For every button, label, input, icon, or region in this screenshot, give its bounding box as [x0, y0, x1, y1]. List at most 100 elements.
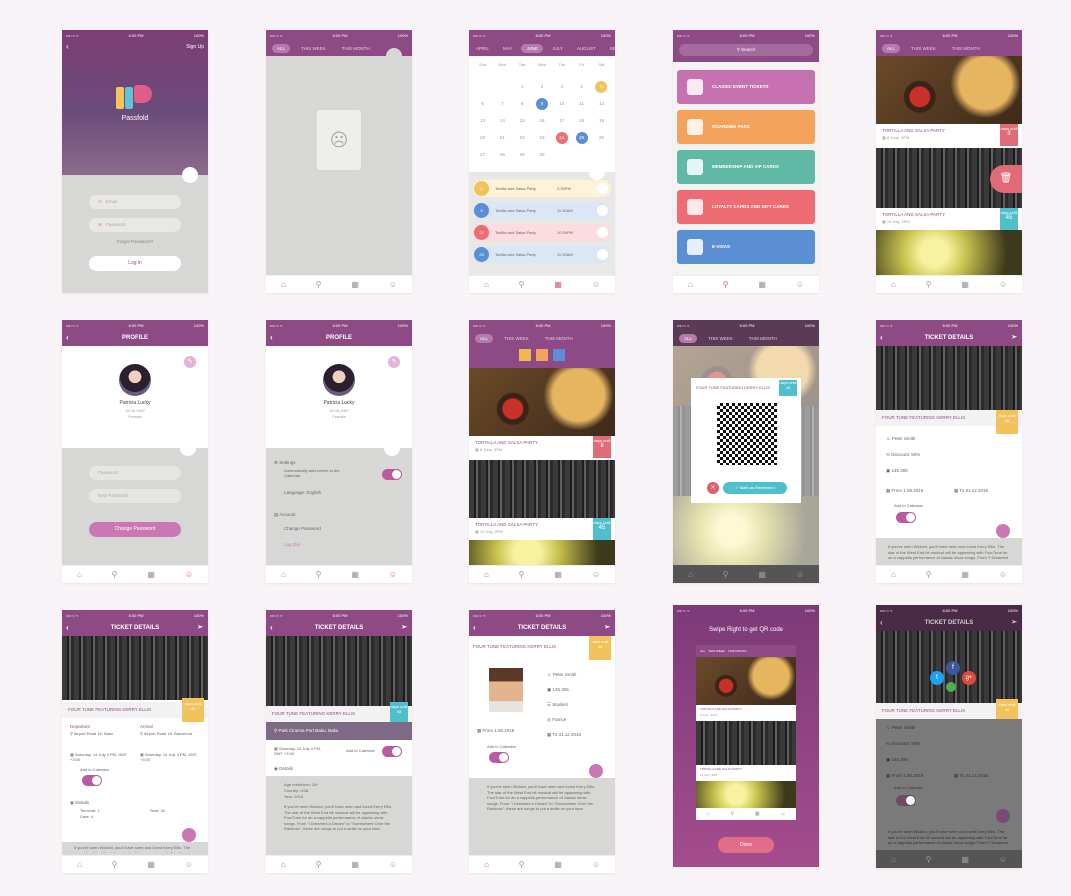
back-icon[interactable]: ‹ [880, 330, 883, 346]
nav-home-icon[interactable]: ⌂ [688, 570, 693, 579]
calendar-day[interactable]: 11 [576, 98, 588, 110]
nav-calendar-icon[interactable]: ▦ [147, 860, 155, 869]
month-tab[interactable]: JUNE [521, 43, 544, 53]
calendar-day[interactable]: 26 [595, 132, 607, 144]
nav-home-icon[interactable]: ⌂ [77, 860, 82, 869]
auto-add-toggle[interactable] [382, 469, 402, 480]
nav-home-icon[interactable]: ⌂ [891, 280, 896, 289]
password-field[interactable]: Password [89, 466, 181, 480]
nav-profile-icon[interactable]: ☺ [796, 280, 804, 289]
calendar-day[interactable]: 9 [535, 97, 548, 110]
tab-month[interactable]: THIS MONTH [947, 44, 985, 53]
share-icon[interactable]: ➢ [401, 620, 407, 636]
event-image-concert[interactable] [469, 540, 615, 565]
nav-calendar-icon[interactable]: ▦ [961, 570, 969, 579]
nav-calendar-icon[interactable]: ▦ [758, 570, 766, 579]
calendar-day[interactable]: 5 [595, 80, 608, 93]
change-password-item[interactable]: Change Password [284, 526, 321, 531]
calendar-event-item[interactable]: 25 Tortilla and Salsa Party 11:30AM [473, 246, 611, 263]
tab-all[interactable]: ALL [272, 43, 291, 53]
calendar-day[interactable]: 24 [555, 131, 568, 144]
tab-month[interactable]: THIS MONTH [337, 44, 375, 53]
nav-profile-icon[interactable]: ☺ [999, 855, 1007, 864]
tab-week[interactable]: THIS WEEK [703, 334, 738, 343]
avatar[interactable] [323, 364, 355, 396]
calendar-day[interactable]: 16 [536, 115, 548, 127]
category-item[interactable]: BOARDING PASS [677, 110, 815, 144]
add-calendar-toggle[interactable] [489, 752, 509, 763]
tab-week[interactable]: THIS WEEK [499, 334, 534, 343]
month-tab[interactable]: JULY [547, 44, 568, 53]
nav-profile-icon[interactable]: ☺ [796, 570, 804, 579]
nav-home-icon[interactable]: ⌂ [281, 570, 286, 579]
qr-button-icon[interactable] [996, 524, 1010, 538]
category-item[interactable]: CLASSIC EVENT TICKETS [677, 70, 815, 104]
ticket-filter-icon[interactable] [519, 349, 531, 361]
nav-profile-icon[interactable]: ☺ [592, 860, 600, 869]
calendar-day[interactable]: 28 [496, 149, 508, 161]
language-item[interactable]: Language: English [284, 490, 321, 495]
signup-link[interactable]: Sign Up [186, 44, 204, 50]
nav-calendar-icon[interactable]: ▦ [554, 860, 562, 869]
nav-home-icon[interactable]: ⌂ [281, 280, 286, 289]
add-calendar-toggle[interactable] [896, 795, 916, 806]
qr-button-icon[interactable] [996, 809, 1010, 823]
nav-profile-icon[interactable]: ☺ [592, 570, 600, 579]
nav-profile-icon[interactable]: ☺ [389, 280, 397, 289]
logout-link[interactable]: Log Out [284, 542, 300, 547]
tab-all[interactable]: ALL [882, 43, 901, 53]
nav-search-icon[interactable]: ⚲ [519, 570, 525, 579]
calendar-day[interactable]: 19 [595, 115, 607, 127]
calendar-day[interactable]: 23 [536, 132, 548, 144]
avatar[interactable] [119, 364, 151, 396]
calendar-day[interactable]: 7 [496, 98, 508, 110]
search-input[interactable]: ⚲ Search [679, 44, 813, 56]
calendar-day[interactable]: 3 [556, 81, 568, 93]
tab-all[interactable]: ALL [679, 333, 698, 343]
calendar-event-item[interactable]: 9 Tortilla and Salsa Party 11:30AM [473, 202, 611, 219]
calendar-day[interactable]: 14 [496, 115, 508, 127]
nav-profile-icon[interactable]: ☺ [185, 570, 193, 579]
nav-search-icon[interactable]: ⚲ [316, 570, 322, 579]
mark-redeemed-button[interactable]: ✓ Mark as Redeemed [723, 482, 787, 494]
nav-profile-icon[interactable]: ☺ [999, 280, 1007, 289]
login-button[interactable]: Log in [89, 256, 181, 271]
month-tab[interactable]: SEPT [605, 44, 615, 53]
new-password-field[interactable]: New Password [89, 489, 181, 503]
nav-home-icon[interactable]: ⌂ [891, 570, 896, 579]
edit-icon[interactable]: ✎ [184, 356, 196, 368]
category-item[interactable]: MEMBERSHIP AND VIP CARDS [677, 150, 815, 184]
calendar-day[interactable]: 20 [477, 132, 489, 144]
twitter-icon[interactable]: t [930, 671, 944, 685]
nav-search-icon[interactable]: ⚲ [519, 860, 525, 869]
nav-calendar-icon[interactable]: ▦ [351, 280, 359, 289]
calendar-day[interactable]: 29 [516, 149, 528, 161]
tab-all[interactable]: ALL [475, 333, 494, 343]
calendar-day[interactable]: 10 [556, 98, 568, 110]
nav-search-icon[interactable]: ⚲ [926, 855, 932, 864]
calendar-day[interactable]: 21 [496, 132, 508, 144]
nav-profile-icon[interactable]: ☺ [592, 280, 600, 289]
event-image-food[interactable] [876, 56, 1022, 124]
calendar-day[interactable]: 8 [516, 98, 528, 110]
share-icon[interactable]: ➢ [604, 620, 610, 636]
trash-icon[interactable]: 🗑 [990, 165, 1022, 193]
password-field[interactable]: ⊕ Password [89, 218, 181, 232]
calendar-day[interactable]: 15 [516, 115, 528, 127]
whatsapp-icon[interactable] [946, 682, 956, 692]
calendar-day[interactable]: 12 [595, 98, 607, 110]
back-icon[interactable]: ‹ [66, 42, 69, 51]
calendar-day[interactable]: 22 [516, 132, 528, 144]
calendar-day[interactable]: 30 [536, 149, 548, 161]
nav-home-icon[interactable]: ⌂ [77, 570, 82, 579]
edit-icon[interactable]: ✎ [388, 356, 400, 368]
nav-search-icon[interactable]: ⚲ [723, 570, 729, 579]
calendar-day[interactable]: 13 [477, 115, 489, 127]
nav-home-icon[interactable]: ⌂ [891, 855, 896, 864]
qr-button-icon[interactable] [589, 764, 603, 778]
nav-search-icon[interactable]: ⚲ [112, 570, 118, 579]
nav-search-icon[interactable]: ⚲ [112, 860, 118, 869]
calendar-day[interactable]: 25 [575, 131, 588, 144]
nav-calendar-icon[interactable]: ▦ [554, 570, 562, 579]
change-password-button[interactable]: Change Password [89, 522, 181, 537]
